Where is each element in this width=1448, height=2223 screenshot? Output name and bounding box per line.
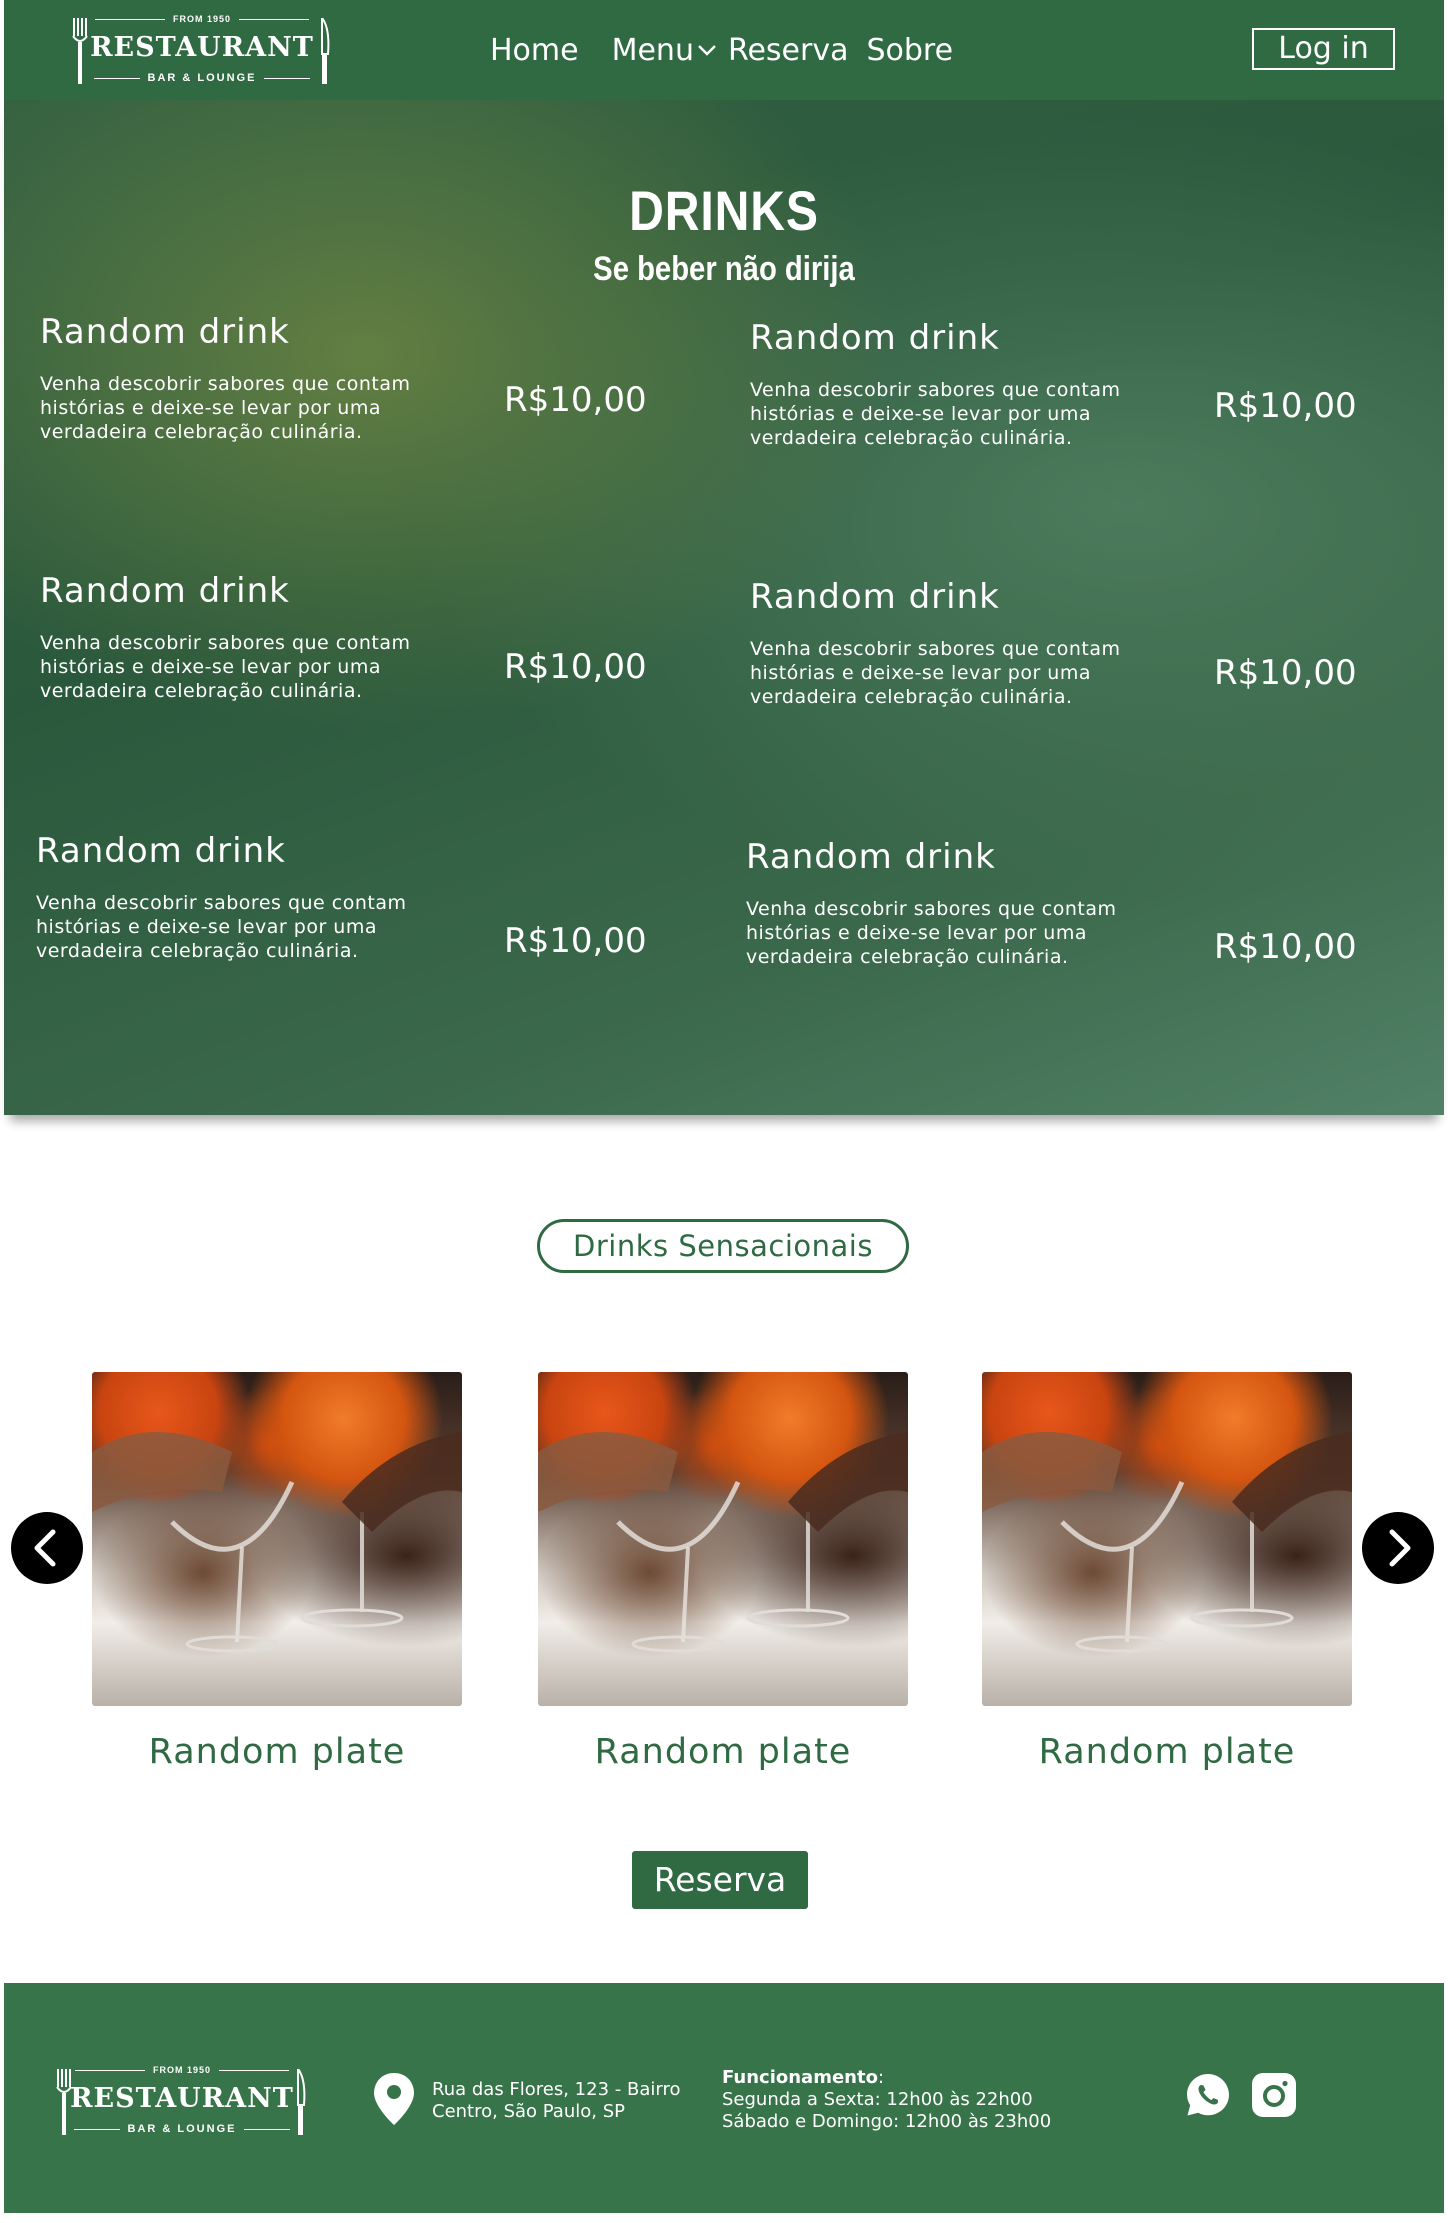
drink-description: Venha descobrir sabores que contam histó… bbox=[750, 379, 1121, 449]
drink-price: R$10,00 bbox=[1214, 927, 1357, 967]
nav-menu-label: Menu bbox=[611, 32, 694, 68]
drink-photo bbox=[538, 1372, 908, 1706]
drink-description: Venha descobrir sabores que contam histó… bbox=[750, 638, 1121, 708]
logo-from: FROM 1950 bbox=[56, 2065, 308, 2075]
card-title: Random plate bbox=[148, 1732, 406, 1772]
footer-hours: Funcionamento: Segunda a Sexta: 12h00 às… bbox=[722, 2067, 1052, 2132]
drink-item: Random drink Venha descobrir sabores que… bbox=[40, 312, 480, 444]
footer: FROM 1950 RESTAURANT BAR & LOUNGE Rua da… bbox=[4, 1983, 1444, 2213]
drink-name: Random drink bbox=[40, 312, 290, 352]
instagram-icon[interactable] bbox=[1250, 2071, 1298, 2119]
carousel-card[interactable]: Random plate bbox=[538, 1372, 908, 1772]
logo-from: FROM 1950 bbox=[72, 14, 332, 24]
drink-photo bbox=[92, 1372, 462, 1706]
chevron-down-icon bbox=[698, 45, 716, 56]
hours-weekdays: Segunda a Sexta: 12h00 às 22h00 bbox=[722, 2089, 1033, 2110]
drink-description: Venha descobrir sabores que contam histó… bbox=[40, 632, 411, 702]
logo-sub: BAR & LOUNGE bbox=[56, 2123, 308, 2135]
section-badge: Drinks Sensacionais bbox=[537, 1219, 909, 1273]
drink-item: Random drink Venha descobrir sabores que… bbox=[750, 577, 1190, 709]
card-title: Random plate bbox=[594, 1732, 852, 1772]
nav-home[interactable]: Home bbox=[490, 33, 579, 68]
hero-subtitle: Se beber não dirija bbox=[593, 250, 855, 288]
logo-name: RESTAURANT bbox=[90, 32, 314, 63]
drink-name: Random drink bbox=[40, 571, 290, 611]
drink-item: Random drink Venha descobrir sabores que… bbox=[40, 571, 480, 703]
drink-item: Random drink Venha descobrir sabores que… bbox=[746, 837, 1186, 969]
glasses-illustration bbox=[538, 1432, 908, 1653]
drink-name: Random drink bbox=[750, 577, 1000, 617]
drink-description: Venha descobrir sabores que contam histó… bbox=[746, 898, 1117, 968]
logo-name: RESTAURANT bbox=[70, 2083, 294, 2114]
drinks-hero: DRINKS Se beber não dirija Random drink … bbox=[4, 100, 1444, 1115]
drink-price: R$10,00 bbox=[1214, 386, 1357, 426]
header: FROM 1950 RESTAURANT BAR & LOUNGE Home M… bbox=[4, 0, 1444, 100]
location-pin-icon bbox=[374, 2073, 414, 2125]
carousel-next-button[interactable] bbox=[1362, 1512, 1434, 1584]
nav-sobre[interactable]: Sobre bbox=[866, 33, 953, 68]
logo-sub: BAR & LOUNGE bbox=[72, 72, 332, 84]
chevron-left-icon bbox=[34, 1529, 56, 1567]
page: FROM 1950 RESTAURANT BAR & LOUNGE Home M… bbox=[4, 0, 1444, 2223]
drink-name: Random drink bbox=[750, 318, 1000, 358]
main-nav: Home Menu Reserva Sobre bbox=[490, 30, 986, 70]
footer-address: Rua das Flores, 123 - Bairro Centro, São… bbox=[432, 2079, 681, 2122]
glasses-illustration bbox=[982, 1432, 1352, 1653]
knife-icon bbox=[321, 18, 330, 84]
nav-menu[interactable]: Menu bbox=[612, 33, 718, 68]
drink-price: R$10,00 bbox=[504, 921, 647, 961]
drink-name: Random drink bbox=[36, 831, 286, 871]
knife-icon bbox=[297, 2069, 306, 2135]
chevron-right-icon bbox=[1389, 1529, 1411, 1567]
drink-item: Random drink Venha descobrir sabores que… bbox=[36, 831, 476, 963]
drink-price: R$10,00 bbox=[504, 647, 647, 687]
drink-photo bbox=[982, 1372, 1352, 1706]
carousel-prev-button[interactable] bbox=[11, 1512, 83, 1584]
login-button[interactable]: Log in bbox=[1252, 28, 1395, 70]
drink-price: R$10,00 bbox=[504, 380, 647, 420]
drink-price: R$10,00 bbox=[1214, 653, 1357, 693]
nav-reserva[interactable]: Reserva bbox=[728, 33, 849, 68]
drink-name: Random drink bbox=[746, 837, 996, 877]
hours-title: Funcionamento bbox=[722, 2067, 878, 2088]
whatsapp-icon[interactable] bbox=[1184, 2071, 1232, 2119]
reserva-button[interactable]: Reserva bbox=[632, 1851, 808, 1909]
drink-description: Venha descobrir sabores que contam histó… bbox=[36, 892, 407, 962]
card-title: Random plate bbox=[1038, 1732, 1296, 1772]
header-logo[interactable]: FROM 1950 RESTAURANT BAR & LOUNGE bbox=[72, 14, 332, 90]
carousel-card[interactable]: Random plate bbox=[92, 1372, 462, 1772]
glasses-illustration bbox=[92, 1432, 462, 1653]
footer-logo[interactable]: FROM 1950 RESTAURANT BAR & LOUNGE bbox=[56, 2065, 308, 2141]
hours-weekend: Sábado e Domingo: 12h00 às 23h00 bbox=[722, 2111, 1052, 2132]
carousel-card[interactable]: Random plate bbox=[982, 1372, 1352, 1772]
drink-description: Venha descobrir sabores que contam histó… bbox=[40, 373, 411, 443]
drink-item: Random drink Venha descobrir sabores que… bbox=[750, 318, 1190, 450]
hero-title: DRINKS bbox=[629, 179, 819, 242]
